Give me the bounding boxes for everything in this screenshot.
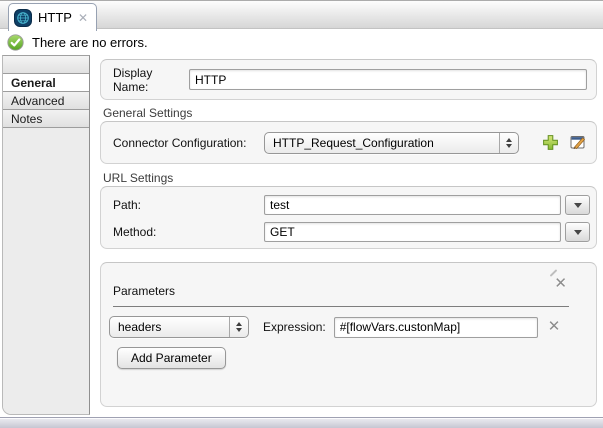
sidebar-item-general[interactable]: General <box>3 74 89 92</box>
parameters-separator <box>113 306 569 307</box>
url-settings-title: URL Settings <box>103 171 173 185</box>
bottom-panel-edge <box>0 417 603 428</box>
display-name-input[interactable] <box>189 69 587 90</box>
expression-input[interactable] <box>334 317 538 338</box>
connector-configuration-select[interactable]: HTTP_Request_Configuration <box>264 132 519 154</box>
display-name-label: Display Name: <box>113 66 189 94</box>
parameters-group: Parameters ✕ headers Expression: ✕ Add P… <box>100 262 597 407</box>
connector-configuration-value: HTTP_Request_Configuration <box>265 136 499 150</box>
method-row: Method: <box>113 222 590 242</box>
general-settings-group: Connector Configuration: HTTP_Request_Co… <box>100 121 597 164</box>
method-input[interactable] <box>264 222 561 242</box>
status-bar: There are no errors. <box>0 30 603 55</box>
connector-configuration-label: Connector Configuration: <box>113 136 264 150</box>
stepper-icon <box>229 317 248 337</box>
tab-title: HTTP <box>38 10 72 25</box>
stepper-icon <box>499 133 518 153</box>
remove-all-parameters-icon[interactable]: ✕ <box>554 276 567 291</box>
http-properties-view: HTTP ✕ There are no errors. General Adva… <box>0 0 603 428</box>
sidebar-empty-area <box>3 128 89 414</box>
display-name-group: Display Name: <box>100 59 597 100</box>
sidebar-spacer <box>3 56 89 74</box>
chevron-down-icon <box>574 203 582 208</box>
sidebar-item-notes[interactable]: Notes <box>3 110 89 128</box>
path-label: Path: <box>113 198 264 212</box>
path-input[interactable] <box>264 195 561 215</box>
sidebar-item-advanced[interactable]: Advanced <box>3 92 89 110</box>
remove-parameter-icon[interactable]: ✕ <box>548 319 561 334</box>
expression-label: Expression: <box>263 320 326 334</box>
chevron-down-icon <box>574 230 582 235</box>
path-dropdown-button[interactable] <box>565 195 590 215</box>
path-row: Path: <box>113 195 590 215</box>
check-icon <box>7 34 24 51</box>
general-settings-title: General Settings <box>103 106 192 120</box>
globe-icon <box>14 9 32 27</box>
method-dropdown-button[interactable] <box>565 222 590 242</box>
tab-http[interactable]: HTTP ✕ <box>8 3 97 31</box>
status-message: There are no errors. <box>32 35 148 50</box>
parameters-title: Parameters <box>113 284 175 298</box>
add-parameter-button[interactable]: Add Parameter <box>117 347 226 369</box>
url-settings-group: Path: Method: <box>100 186 597 249</box>
main-content: Display Name: General Settings Connector… <box>100 55 597 415</box>
parameter-type-select[interactable]: headers <box>109 316 249 338</box>
parameter-type-value: headers <box>110 320 229 334</box>
tab-bar: HTTP ✕ <box>0 0 603 29</box>
edit-configuration-icon[interactable] <box>570 134 587 151</box>
parameter-row: headers Expression: ✕ <box>109 316 588 338</box>
add-configuration-plus-icon[interactable] <box>542 134 559 151</box>
close-icon[interactable]: ✕ <box>78 12 88 24</box>
method-label: Method: <box>113 225 264 239</box>
sidebar: General Advanced Notes <box>2 55 90 415</box>
